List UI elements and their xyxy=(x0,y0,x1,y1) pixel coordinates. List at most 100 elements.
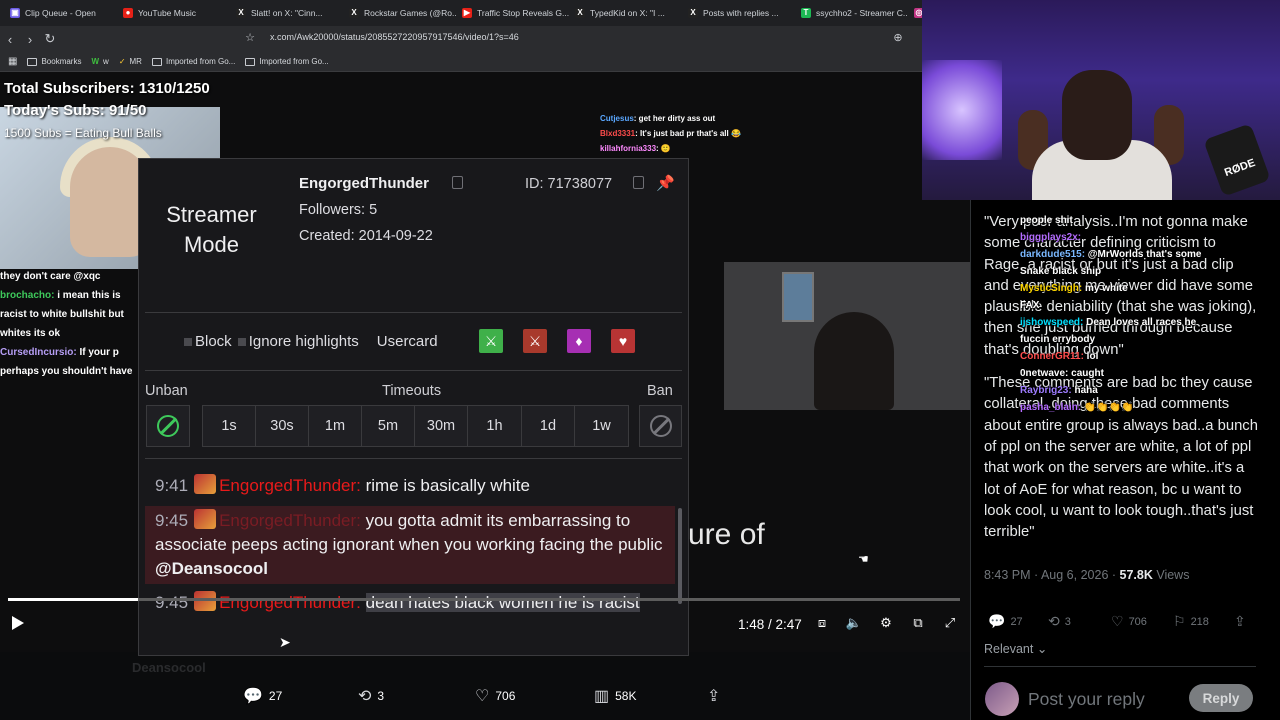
head-shape xyxy=(1062,70,1132,160)
timeout-30s-button[interactable]: 30s xyxy=(255,405,309,447)
timeout-1w-button[interactable]: 1w xyxy=(574,405,629,447)
bookmark-star-icon[interactable]: ☆ xyxy=(240,31,260,44)
tab-favicon-icon: ● xyxy=(123,8,133,18)
repost-icon: ⟲ xyxy=(1048,613,1060,629)
badge-green-sword-icon[interactable]: ⚔ xyxy=(479,329,503,353)
tab-favicon-icon: T xyxy=(801,8,811,18)
unban-button[interactable] xyxy=(146,405,190,447)
checkbox-icon xyxy=(184,337,192,346)
video-progress-track[interactable] xyxy=(8,598,960,601)
timeouts-label: Timeouts xyxy=(382,383,442,399)
chat-line: pasha_blain: 👏👏👏👏 xyxy=(1020,399,1201,416)
like-stat[interactable]: ♡ 706 xyxy=(1111,613,1147,630)
timeout-1h-button[interactable]: 1h xyxy=(467,405,522,447)
url-field[interactable]: x.com/Awk20000/status/208552722095791754… xyxy=(270,32,519,42)
bookmark-stat[interactable]: ⚐ 218 xyxy=(1173,613,1209,630)
reply-input[interactable]: Post your reply xyxy=(1028,689,1145,710)
user-badge-icon xyxy=(194,591,217,611)
chat-line: people shit xyxy=(1020,212,1201,229)
apps-icon[interactable]: ▦ xyxy=(8,56,17,67)
badge-red-heart-icon[interactable]: ♥ xyxy=(611,329,635,353)
bookmark-imported-2[interactable]: Imported from Go... xyxy=(245,57,329,66)
reply-action[interactable]: 💬 27 xyxy=(243,686,282,706)
chat-text: my white xyxy=(1082,283,1128,294)
pin-icon[interactable]: 📌 xyxy=(656,174,675,192)
block-checkbox[interactable]: Block xyxy=(184,333,232,350)
views-action[interactable]: ▥ 58K xyxy=(594,686,636,706)
browser-tab[interactable]: ▶ Traffic Stop Reveals G... xyxy=(456,2,569,24)
share-action[interactable]: ⇪ xyxy=(707,686,720,706)
chat-line: Raybrig23: haha xyxy=(1020,382,1201,399)
copy-id-icon[interactable] xyxy=(633,176,644,189)
badge-purple-gem-icon[interactable]: ♦ xyxy=(567,329,591,353)
browser-tab[interactable]: ▣ Clip Queue - Open xyxy=(4,2,117,24)
forward-icon[interactable]: › xyxy=(20,32,40,47)
ignore-highlights-checkbox[interactable]: Ignore highlights xyxy=(237,333,359,350)
unban-label: Unban xyxy=(145,383,188,399)
copy-username-icon[interactable] xyxy=(452,176,463,189)
bookmark-imported-1[interactable]: Imported from Go... xyxy=(151,57,235,66)
chat-username: ConnerGR11: xyxy=(1020,351,1084,362)
like-action[interactable]: ♡ 706 xyxy=(475,686,515,706)
video-progress-fill xyxy=(8,598,139,601)
badge-red-sword-icon[interactable]: ⚔ xyxy=(523,329,547,353)
repost-stat[interactable]: ⟲ 3 xyxy=(1048,613,1071,630)
tab-favicon-icon: X xyxy=(688,8,698,18)
chat-line: they don't care @xqc xyxy=(0,271,101,282)
user-id: ID: 71738077 xyxy=(525,176,613,192)
tab-label: Slatt! on X: "Cinn... xyxy=(251,8,323,18)
heart-icon: ♡ xyxy=(1111,613,1124,629)
folder-icon xyxy=(245,57,256,66)
pip-icon[interactable]: ⧉ xyxy=(909,615,927,633)
chat-line: darkdude515: @MrWorlds that's some xyxy=(1020,246,1201,263)
ban-button[interactable] xyxy=(639,405,682,447)
ban-icon xyxy=(649,415,672,437)
heart-icon: ♡ xyxy=(475,688,490,705)
chat-text: fuccin errybody xyxy=(1020,334,1096,345)
chat-text: caught xyxy=(1068,368,1104,379)
browser-tab[interactable]: X Slatt! on X: "Cinn... xyxy=(230,2,343,24)
chat-username: biggplays2x: xyxy=(1020,232,1082,243)
author-name[interactable]: Deansocool xyxy=(132,660,206,675)
bookmark-mr[interactable]: ✓ MR xyxy=(119,57,142,66)
usercard-username[interactable]: EngorgedThunder xyxy=(299,175,429,192)
timeout-1s-button[interactable]: 1s xyxy=(202,405,256,447)
avatar[interactable] xyxy=(985,682,1019,716)
timeout-30m-button[interactable]: 30m xyxy=(414,405,468,447)
share-stat[interactable]: ⇪ xyxy=(1234,613,1246,630)
chat-line: CursedIncursio: If your p perhaps you sh… xyxy=(0,347,133,377)
chat-text: haha xyxy=(1071,385,1098,396)
volume-icon[interactable]: 🔈 xyxy=(845,615,863,633)
sort-dropdown[interactable]: Relevant ⌄ xyxy=(984,641,1047,656)
fullscreen-icon[interactable]: ⤢ xyxy=(941,615,959,633)
usercard-scrollbar[interactable] xyxy=(678,508,682,604)
timeout-5m-button[interactable]: 5m xyxy=(361,405,415,447)
captions-icon[interactable]: ⧈ xyxy=(813,615,831,633)
reply-button[interactable]: Reply xyxy=(1189,684,1253,712)
mention[interactable]: @Deansocool xyxy=(155,559,268,578)
zoom-icon[interactable]: ⊕ xyxy=(888,31,908,44)
browser-tab[interactable]: X Posts with replies ... xyxy=(682,2,795,24)
browser-tab[interactable]: Tssychho2 - Streamer C... xyxy=(795,2,908,24)
chat-username: pasha_blain: xyxy=(1020,402,1082,413)
timeout-1m-button[interactable]: 1m xyxy=(308,405,362,447)
bookmark-bookmarks[interactable]: Bookmarks xyxy=(27,57,81,66)
tab-label: YouTube Music xyxy=(138,8,196,18)
right-chat-overlay: people shit biggplays2x: darkdude515: @MrW… xyxy=(1020,212,1201,416)
browser-tab[interactable]: X TypedKid on X: "I ... xyxy=(569,2,682,24)
video-subtitle: ure of xyxy=(688,518,765,551)
browser-tab[interactable]: ● YouTube Music xyxy=(117,2,230,24)
timeout-1d-button[interactable]: 1d xyxy=(521,405,575,447)
browser-tab[interactable]: X Rockstar Games (@Ro... xyxy=(343,2,456,24)
chat-line: killahfornia333: 🙂 xyxy=(600,144,671,153)
usercard-link[interactable]: Usercard xyxy=(377,333,438,350)
back-icon[interactable]: ‹ xyxy=(0,32,20,47)
reply-stat[interactable]: 💬 27 xyxy=(988,613,1023,630)
ban-label: Ban xyxy=(647,383,673,399)
bookmark-w[interactable]: Ww xyxy=(91,57,108,66)
reload-icon[interactable]: ↻ xyxy=(40,31,60,47)
settings-gear-icon[interactable]: ⚙ xyxy=(877,615,895,633)
repost-action[interactable]: ⟲ 3 xyxy=(358,686,384,706)
play-icon[interactable] xyxy=(12,616,24,630)
tab-label: Posts with replies ... xyxy=(703,8,779,18)
